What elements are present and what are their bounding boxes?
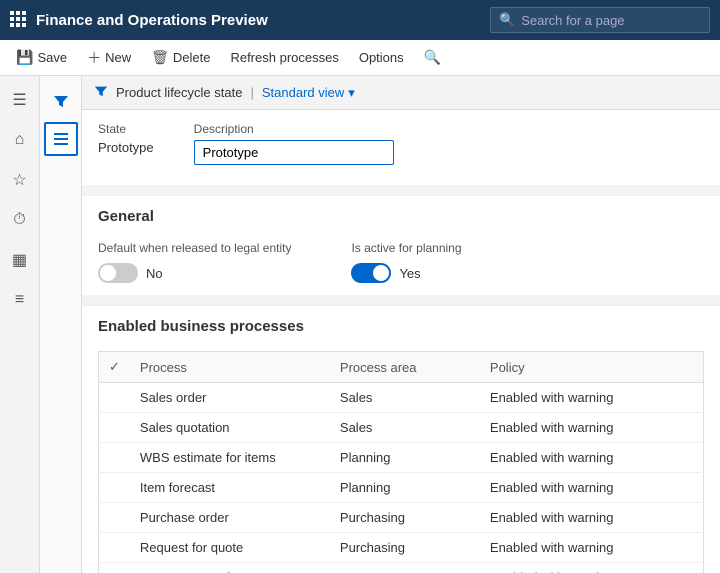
description-label: Description xyxy=(194,122,394,136)
row-check xyxy=(99,503,130,533)
sidebar-favorites-icon[interactable]: ☆ xyxy=(4,164,36,196)
row-check xyxy=(99,533,130,563)
description-input[interactable] xyxy=(194,140,394,165)
search-icon: 🔍 xyxy=(499,12,515,28)
row-area: Planning xyxy=(330,473,480,503)
row-process: Sales quotation xyxy=(130,413,330,443)
search-toolbar-button[interactable]: 🔍 xyxy=(416,45,449,70)
row-process: WBS estimate for items xyxy=(130,443,330,473)
row-area: Planning xyxy=(330,443,480,473)
table-row[interactable]: WBS estimate for items Planning Enabled … xyxy=(99,443,704,473)
row-policy: Enabled with warning xyxy=(480,413,704,443)
secondary-sidebar xyxy=(40,76,82,573)
row-area: Purchasing xyxy=(330,503,480,533)
general-title: General xyxy=(98,208,704,225)
active-label: Is active for planning xyxy=(351,241,461,255)
row-area: Purchasing xyxy=(330,533,480,563)
business-processes-title: Enabled business processes xyxy=(98,318,704,335)
save-button[interactable]: 💾 Save xyxy=(8,45,75,70)
search-toolbar-icon: 🔍 xyxy=(424,49,441,66)
new-button[interactable]: ＋ New xyxy=(79,44,139,72)
row-process: Request for quote xyxy=(130,533,330,563)
col-header-area: Process area xyxy=(330,352,480,383)
table-row[interactable]: Purchase order Purchasing Enabled with w… xyxy=(99,503,704,533)
row-check xyxy=(99,383,130,413)
filter-icon[interactable] xyxy=(44,84,78,118)
save-icon: 💾 xyxy=(16,49,33,66)
sidebar-menu-icon[interactable]: ☰ xyxy=(4,84,36,116)
col-header-check: ✓ xyxy=(99,352,130,383)
delete-button[interactable]: 🗑 Delete xyxy=(143,45,218,70)
table-row[interactable]: Item forecast Planning Enabled with warn… xyxy=(99,473,704,503)
default-toggle[interactable] xyxy=(98,263,138,283)
top-search-box[interactable]: 🔍 Search for a page xyxy=(490,7,710,33)
row-policy: Enabled with warning xyxy=(480,503,704,533)
col-header-policy: Policy xyxy=(480,352,704,383)
page-filter-icon xyxy=(94,84,108,101)
main-layout: ☰ ⌂ ☆ ⏱ ▦ ≡ Product lifecycle stat xyxy=(0,76,720,573)
row-policy: Enabled with warning xyxy=(480,443,704,473)
business-processes-section: Enabled business processes ✓ Process Pro… xyxy=(82,305,720,573)
row-check xyxy=(99,563,130,573)
table-row[interactable]: Inventory transfer Inventory Enabled wit… xyxy=(99,563,704,573)
col-header-process: Process xyxy=(130,352,330,383)
default-value: No xyxy=(146,266,163,281)
sidebar-modules-icon[interactable]: ≡ xyxy=(4,284,36,316)
grid-icon[interactable] xyxy=(10,11,26,30)
row-policy: Enabled with warning xyxy=(480,383,704,413)
active-toggle[interactable] xyxy=(351,263,391,283)
table-row[interactable]: Sales quotation Sales Enabled with warni… xyxy=(99,413,704,443)
breadcrumb-separator: | xyxy=(250,85,253,100)
sidebar-home-icon[interactable]: ⌂ xyxy=(4,124,36,156)
delete-icon: 🗑 xyxy=(151,49,169,66)
process-table: ✓ Process Process area Policy Sales orde… xyxy=(98,351,704,573)
list-view-icon[interactable] xyxy=(44,122,78,156)
left-sidebar: ☰ ⌂ ☆ ⏱ ▦ ≡ xyxy=(0,76,40,573)
row-check xyxy=(99,443,130,473)
state-field: State Prototype xyxy=(98,122,154,165)
page-header: Product lifecycle state | Standard view … xyxy=(82,76,720,110)
default-label: Default when released to legal entity xyxy=(98,241,291,255)
row-area: Sales xyxy=(330,413,480,443)
form-section: State Prototype Description xyxy=(82,110,720,185)
row-policy: Enabled with warning xyxy=(480,533,704,563)
row-process: Purchase order xyxy=(130,503,330,533)
row-process: Sales order xyxy=(130,383,330,413)
row-check xyxy=(99,413,130,443)
sidebar-recent-icon[interactable]: ⏱ xyxy=(4,204,36,236)
content-area: Product lifecycle state | Standard view … xyxy=(82,76,720,573)
search-placeholder: Search for a page xyxy=(521,13,624,28)
active-value: Yes xyxy=(399,266,420,281)
chevron-down-icon: ▾ xyxy=(348,85,355,101)
general-section: General Default when released to legal e… xyxy=(82,195,720,295)
sidebar-workspaces-icon[interactable]: ▦ xyxy=(4,244,36,276)
state-label: State xyxy=(98,122,154,136)
active-toggle-field: Is active for planning Yes xyxy=(351,241,461,283)
row-policy: Enabled with warning xyxy=(480,563,704,573)
options-button[interactable]: Options xyxy=(351,46,412,69)
table-row[interactable]: Sales order Sales Enabled with warning xyxy=(99,383,704,413)
toolbar: 💾 Save ＋ New 🗑 Delete Refresh processes … xyxy=(0,40,720,76)
row-area: Sales xyxy=(330,383,480,413)
new-icon: ＋ xyxy=(87,48,101,68)
row-check xyxy=(99,473,130,503)
table-row[interactable]: Request for quote Purchasing Enabled wit… xyxy=(99,533,704,563)
row-process: Item forecast xyxy=(130,473,330,503)
row-process: Inventory transfer xyxy=(130,563,330,573)
app-title: Finance and Operations Preview xyxy=(36,12,490,29)
refresh-button[interactable]: Refresh processes xyxy=(222,46,346,69)
row-area: Inventory xyxy=(330,563,480,573)
view-selector[interactable]: Standard view ▾ xyxy=(262,85,355,101)
row-policy: Enabled with warning xyxy=(480,473,704,503)
default-toggle-field: Default when released to legal entity No xyxy=(98,241,291,283)
state-value: Prototype xyxy=(98,140,154,155)
breadcrumb: Product lifecycle state xyxy=(116,85,242,100)
top-bar: Finance and Operations Preview 🔍 Search … xyxy=(0,0,720,40)
description-field[interactable]: Description xyxy=(194,122,394,165)
